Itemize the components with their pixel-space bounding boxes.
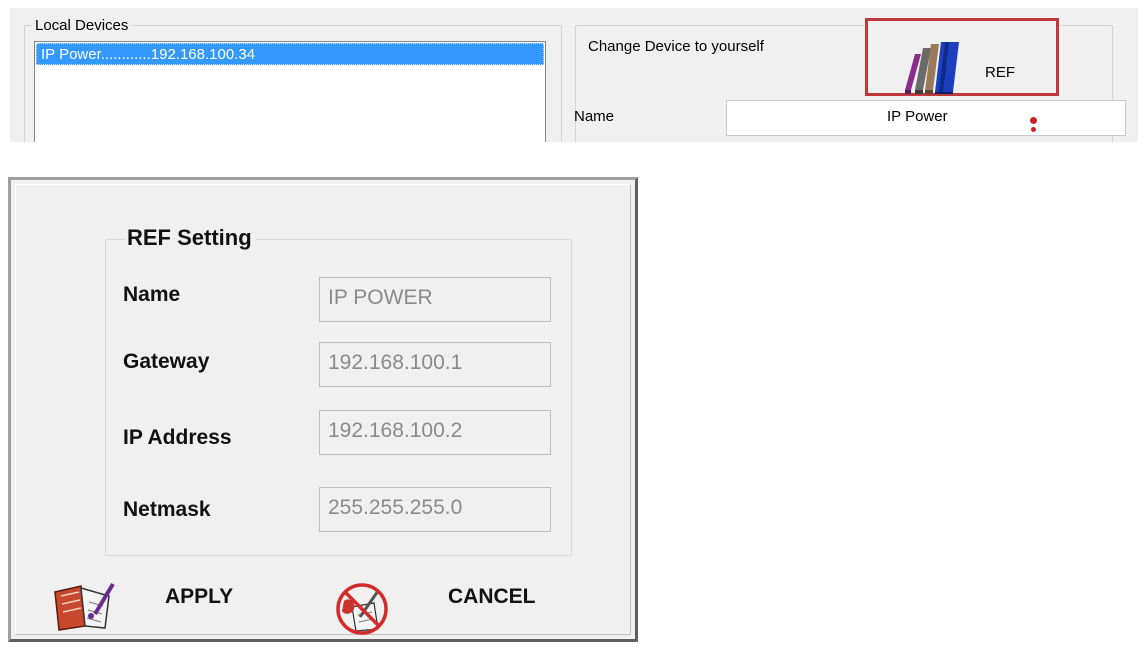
name-label: Name <box>574 108 615 125</box>
local-devices-listbox[interactable]: IP Power............192.168.100.34 <box>34 41 546 142</box>
device-manager-strip: Local Devices IP Power............192.16… <box>10 8 1138 142</box>
ref-name-label: Name <box>123 283 181 306</box>
cancel-prohibited-icon[interactable] <box>334 581 390 637</box>
device-list-item-ip-power[interactable]: IP Power............192.168.100.34 <box>36 43 544 65</box>
notebook-pen-icon[interactable] <box>51 582 117 632</box>
apply-button[interactable]: APPLY <box>165 585 233 609</box>
change-device-title: Change Device to yourself <box>588 38 764 55</box>
ref-netmask-field[interactable]: 255.255.255.0 <box>319 487 551 532</box>
ref-button[interactable] <box>865 18 1059 96</box>
ref-netmask-label: Netmask <box>123 498 211 521</box>
local-devices-title: Local Devices <box>32 17 132 34</box>
name-field[interactable]: IP Power <box>726 100 1126 136</box>
books-icon[interactable] <box>901 34 961 94</box>
required-marker-icon <box>1030 117 1037 124</box>
ref-setting-dialog: REF Setting Name IP POWER Gateway 192.16… <box>8 177 638 642</box>
screenshot-stage: Local Devices IP Power............192.16… <box>0 0 1143 647</box>
name-field-value: IP Power <box>887 108 948 125</box>
ref-name-field[interactable]: IP POWER <box>319 277 551 322</box>
ref-ip-address-label: IP Address <box>123 426 232 449</box>
ref-setting-title: REF Setting <box>125 225 256 251</box>
cancel-button[interactable]: CANCEL <box>448 585 536 609</box>
ref-gateway-field[interactable]: 192.168.100.1 <box>319 342 551 387</box>
ref-button-label: REF <box>985 64 1015 81</box>
ref-gateway-label: Gateway <box>123 350 210 373</box>
required-marker-icon-dot <box>1031 127 1036 132</box>
ref-ip-address-field[interactable]: 192.168.100.2 <box>319 410 551 455</box>
